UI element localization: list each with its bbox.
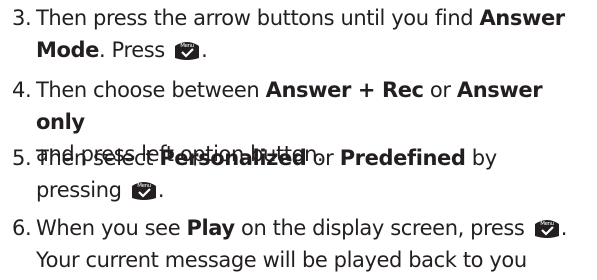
answer-rec-label: Answer + Rec	[265, 78, 424, 102]
step-line: When you see Play on the display screen,…	[36, 215, 568, 240]
menu-ok-key-icon: Menu	[533, 215, 561, 239]
step-line: Then choose between Answer + Rec or Answ…	[36, 78, 543, 134]
answer-mode-label: Answer	[479, 6, 565, 30]
step-number: 5.	[12, 146, 32, 170]
step-5: 5. Then select Personalized or Predefine…	[0, 142, 597, 206]
step-6: 6. When you see Play on the display scre…	[0, 212, 597, 276]
svg-text:Menu: Menu	[137, 183, 151, 189]
instruction-page: 3. Then press the arrow buttons until yo…	[0, 0, 597, 280]
step-number: 6.	[12, 216, 32, 240]
step-line: Your current message will be played back…	[36, 248, 527, 272]
personalized-label: Personalized	[159, 146, 307, 170]
step-number: 3.	[12, 6, 32, 30]
step-line: pressing Menu.	[36, 177, 165, 202]
svg-text:Menu: Menu	[180, 43, 194, 49]
step-number: 4.	[12, 78, 32, 102]
answer-mode-label: Mode	[36, 38, 99, 62]
play-label: Play	[186, 216, 236, 240]
svg-text:Menu: Menu	[540, 221, 554, 227]
menu-ok-key-icon: Menu	[173, 37, 201, 61]
step-line: Mode. Press Menu.	[36, 37, 208, 62]
step-line: Then press the arrow buttons until you f…	[36, 6, 565, 30]
predefined-label: Predefined	[339, 146, 466, 170]
step-3: 3. Then press the arrow buttons until yo…	[0, 2, 597, 66]
step-line: Then select Personalized or Predefined b…	[36, 146, 497, 170]
menu-ok-key-icon: Menu	[130, 177, 158, 201]
